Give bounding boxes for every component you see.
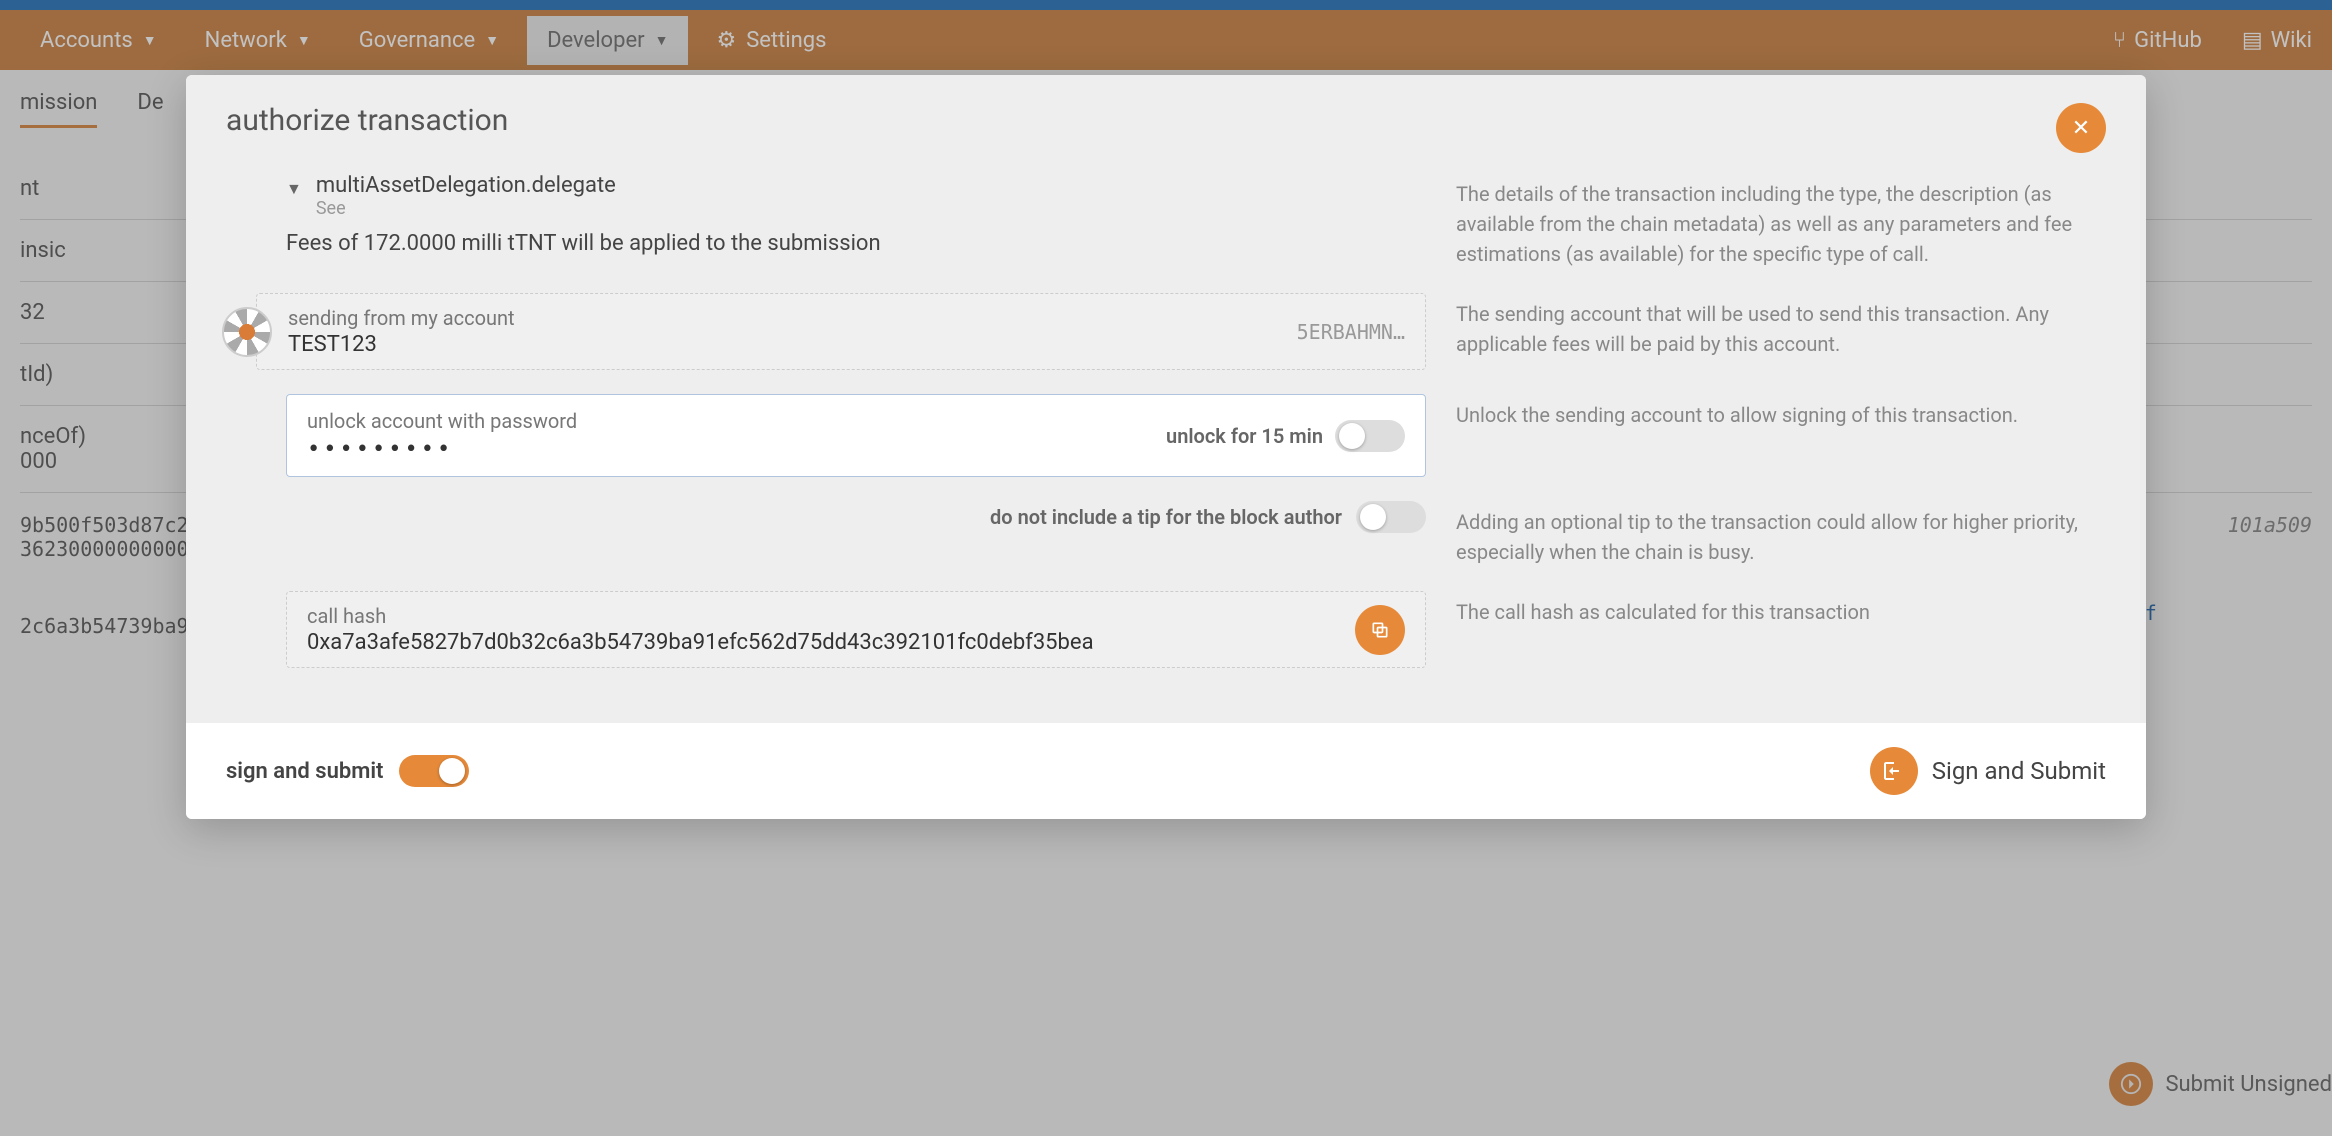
call-name: multiAssetDelegation.delegate [316,173,616,198]
modal-title: authorize transaction [226,103,508,138]
tip-label: do not include a tip for the block autho… [990,505,1342,529]
password-label: unlock account with password [307,409,1166,433]
account-label: sending from my account [288,306,1281,330]
password-value: ••••••••• [307,437,1166,462]
identicon-icon [222,307,272,357]
help-account: The sending account that will be used to… [1456,293,2106,359]
tip-toggle[interactable] [1356,501,1426,533]
sign-and-submit-button[interactable]: Sign and Submit [1870,747,2106,795]
fees-text: Fees of 172.0000 milli tTNT will be appl… [226,231,1426,256]
help-password: Unlock the sending account to allow sign… [1456,394,2106,430]
sign-toggle-label: sign and submit [226,759,383,784]
help-hash: The call hash as calculated for this tra… [1456,591,2106,627]
authorize-transaction-modal: authorize transaction ✕ ▼ multiAssetDele… [186,75,2146,819]
hash-value: 0xa7a3afe5827b7d0b32c6a3b54739ba91efc562… [307,630,1355,655]
copy-hash-button[interactable] [1355,605,1405,655]
sending-account-field[interactable]: sending from my account TEST123 5ERBAHMN… [256,293,1426,370]
call-hash-field: call hash 0xa7a3afe5827b7d0b32c6a3b54739… [286,591,1426,668]
call-docs-link[interactable]: See [316,198,616,219]
sign-submit-toggle[interactable] [399,755,469,787]
account-name: TEST123 [288,332,1281,357]
sign-in-icon [1870,747,1918,795]
unlock-duration-toggle[interactable] [1335,420,1405,452]
hash-label: call hash [307,604,1355,628]
copy-icon [1370,620,1390,640]
modal-overlay: authorize transaction ✕ ▼ multiAssetDele… [0,0,2332,1136]
expand-toggle[interactable]: ▼ [286,179,302,199]
account-address: 5ERBAHMN… [1297,320,1405,344]
close-button[interactable]: ✕ [2056,103,2106,153]
close-icon: ✕ [2072,116,2090,141]
password-field[interactable]: unlock account with password ••••••••• u… [286,394,1426,477]
sign-button-label: Sign and Submit [1932,757,2106,785]
help-tip: Adding an optional tip to the transactio… [1456,501,2106,567]
unlock-duration-label: unlock for 15 min [1166,424,1323,448]
help-call: The details of the transaction including… [1456,173,2106,269]
